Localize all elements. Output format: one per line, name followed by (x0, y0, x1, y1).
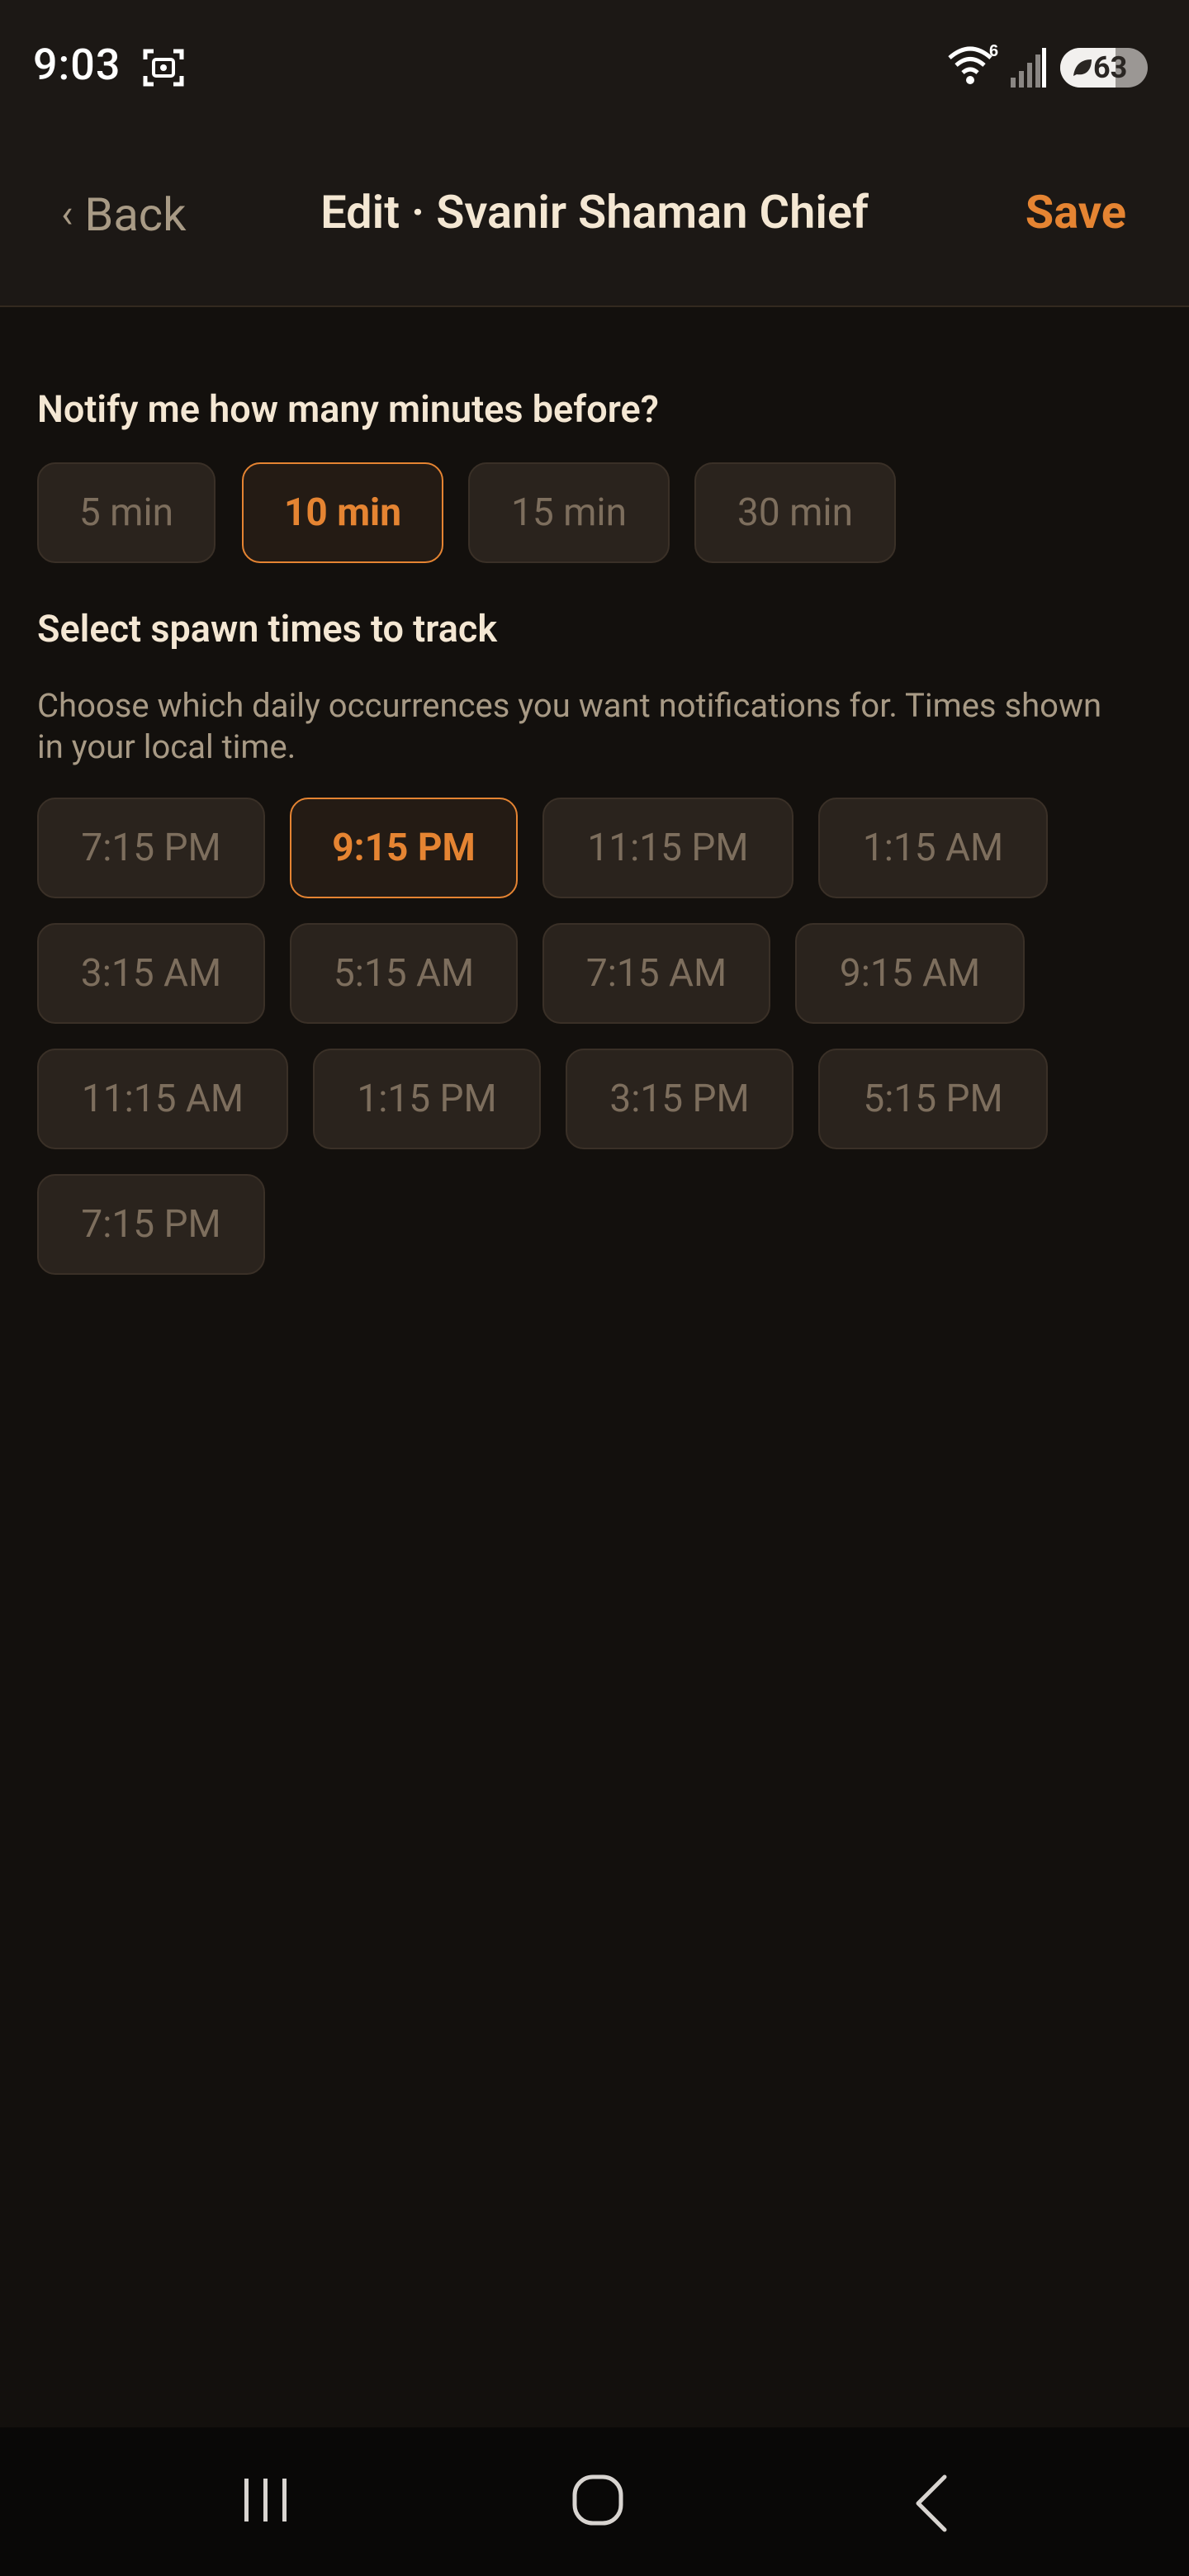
spawn-time-chip[interactable]: 11:15 AM (37, 1049, 288, 1149)
battery-indicator: 63 (1060, 48, 1148, 88)
notify-option-10[interactable]: 10 min (242, 462, 443, 563)
spawn-time-chip[interactable]: 9:15 AM (795, 923, 1025, 1024)
spawn-heading: Select spawn times to track (37, 607, 498, 651)
notify-option-15[interactable]: 15 min (468, 462, 670, 563)
spawn-time-chip[interactable]: 5:15 AM (290, 923, 518, 1024)
save-button[interactable]: Save (1026, 185, 1126, 239)
page-title: Edit · Svanir Shaman Chief (320, 185, 869, 239)
home-icon[interactable] (571, 2474, 624, 2526)
status-bar: 9:03 6 63 (0, 0, 1189, 132)
status-time: 9:03 (33, 40, 121, 90)
notify-option-30[interactable]: 30 min (694, 462, 896, 563)
spawn-time-chip[interactable]: 3:15 AM (37, 923, 265, 1024)
header: ‹ Back Edit · Svanir Shaman Chief Save (0, 132, 1189, 307)
spawn-time-chip[interactable]: 1:15 PM (313, 1049, 541, 1149)
spawn-time-chip[interactable]: 3:15 PM (566, 1049, 793, 1149)
notify-option-5[interactable]: 5 min (37, 462, 216, 563)
notify-heading: Notify me how many minutes before? (37, 387, 659, 431)
spawn-time-chip[interactable]: 7:15 AM (542, 923, 770, 1024)
wifi-icon: 6 (948, 43, 998, 84)
recents-icon[interactable] (239, 2474, 292, 2526)
spawn-time-chip[interactable]: 1:15 AM (818, 798, 1048, 898)
spawn-time-chip[interactable]: 11:15 PM (542, 798, 793, 898)
spawn-time-chip[interactable]: 9:15 PM (290, 798, 518, 898)
spawn-time-chip[interactable]: 5:15 PM (818, 1049, 1048, 1149)
battery-percent: 63 (1093, 50, 1128, 85)
spawn-time-chip[interactable]: 7:15 PM (37, 1174, 265, 1275)
spawn-time-chip[interactable]: 7:15 PM (37, 798, 265, 898)
screenshot-icon (143, 49, 184, 87)
battery-saver-icon (1073, 59, 1092, 76)
signal-icon (1011, 48, 1046, 88)
spawn-description: Choose which daily occurrences you want … (37, 686, 1102, 766)
wifi-badge: 6 (989, 43, 998, 60)
system-nav-bar (0, 2427, 1189, 2576)
back-icon[interactable] (912, 2474, 951, 2533)
